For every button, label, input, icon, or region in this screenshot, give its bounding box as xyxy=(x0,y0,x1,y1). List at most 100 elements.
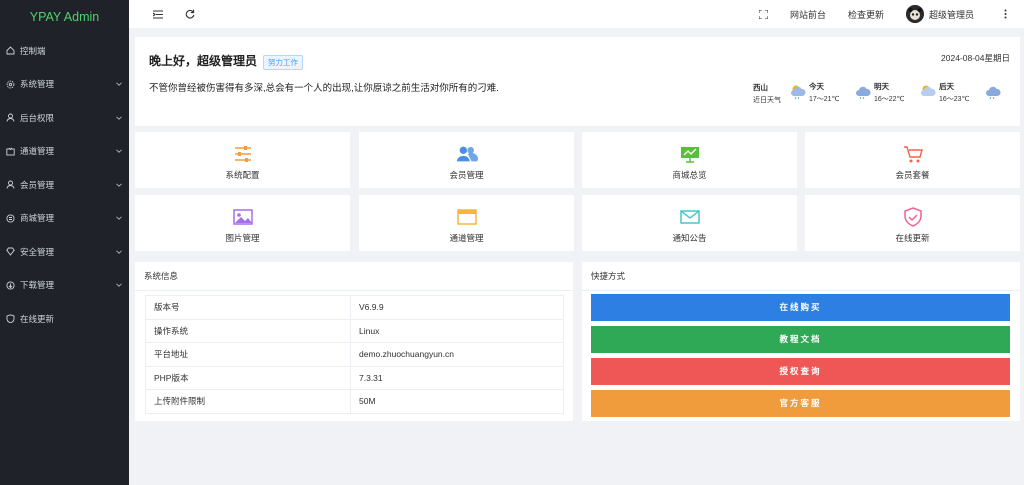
tile-label: 通道管理 xyxy=(449,233,484,243)
sidebar-item-label: 在线更新 xyxy=(20,313,55,324)
weather-widget: 西山 近日天气 今天 17～21℃ 明天 16～22℃ 后天 16～23℃ xyxy=(753,81,1015,109)
sidebar-menu: 控制端系统管理后台权限通道管理会员管理商城管理安全管理下载管理在线更新 xyxy=(0,34,129,336)
refresh-icon[interactable] xyxy=(184,8,196,20)
info-key: 平台地址 xyxy=(145,342,351,367)
sidebar-item[interactable]: 会员管理 xyxy=(0,168,129,202)
sidebar-item[interactable]: 安全管理 xyxy=(0,235,129,269)
status-badge: 努力工作 xyxy=(263,55,304,71)
cart-icon xyxy=(902,144,924,164)
shortcut-button[interactable]: 官方客服 xyxy=(591,390,1010,417)
users-icon xyxy=(456,144,478,164)
partly-cloudy-icon xyxy=(920,84,937,104)
weather-day: 后天 16～23℃ xyxy=(920,81,969,104)
system-info-title: 系统信息 xyxy=(135,262,573,291)
info-value: 7.3.31 xyxy=(350,365,564,390)
more-vertical-icon[interactable] xyxy=(999,8,1011,20)
sidebar-item-label: 通道管理 xyxy=(20,146,55,157)
chevron-down-icon xyxy=(115,281,123,289)
diamond-icon xyxy=(6,247,15,256)
cloud-rain-icon xyxy=(790,84,807,104)
settings-icon xyxy=(6,80,15,89)
shortcut-button[interactable]: 授权查询 xyxy=(591,358,1010,385)
sidebar-item-label: 下载管理 xyxy=(20,280,55,291)
sidebar-item[interactable]: 后台权限 xyxy=(0,101,129,135)
site-front-link[interactable]: 网站前台 xyxy=(790,8,826,21)
fullscreen-icon[interactable] xyxy=(758,8,770,20)
sidebar-item[interactable]: 通道管理 xyxy=(0,135,129,169)
shortcut-tile[interactable]: 商城总览 xyxy=(582,132,797,188)
user-icon xyxy=(6,113,15,122)
tile-label: 在线更新 xyxy=(895,233,930,243)
sidebar-item[interactable]: 控制端 xyxy=(0,34,129,68)
info-key: 上传附件限制 xyxy=(145,389,351,414)
greeting-card: 晚上好，超级管理员 努力工作 2024-08-04星期日 不管你曾经被伤害得有多深… xyxy=(135,37,1020,126)
shortcut-tile[interactable]: 图片管理 xyxy=(135,195,350,251)
chevron-down-icon xyxy=(115,147,123,155)
system-info-table: 版本号 V6.9.9 操作系统 Linux 平台地址 demo.zhuochuangyun… xyxy=(145,295,564,414)
tile-label: 会员套餐 xyxy=(895,170,930,180)
shortcuts-card: 快捷方式 在线购买 教程文档 授权查询 官方客服 xyxy=(582,262,1020,421)
weather-day-label: 今天 xyxy=(809,82,824,91)
shortcut-tile[interactable]: 通知公告 xyxy=(582,195,797,251)
mail-icon xyxy=(679,207,701,227)
chevron-down-icon xyxy=(115,114,123,122)
check-update-link[interactable]: 检查更新 xyxy=(848,8,884,21)
tile-label: 系统配置 xyxy=(225,170,260,180)
info-key: 版本号 xyxy=(145,295,351,320)
avatar[interactable] xyxy=(905,5,924,23)
weather-subtitle: 近日天气 xyxy=(753,97,781,104)
window-icon xyxy=(456,207,478,227)
info-key: PHP版本 xyxy=(145,365,351,390)
sidebar-item[interactable]: 系统管理 xyxy=(0,68,129,102)
greeting-title: 晚上好，超级管理员 xyxy=(149,54,258,68)
sidebar-item[interactable]: 在线更新 xyxy=(0,302,129,336)
shortcut-tile[interactable]: 会员管理 xyxy=(359,132,574,188)
chevron-down-icon xyxy=(115,214,123,222)
weather-day-label: 明天 xyxy=(874,82,889,91)
sidebar-item-label: 安全管理 xyxy=(20,246,55,257)
top-bar: 网站前台 检查更新 超级管理员 xyxy=(129,0,1024,28)
home-icon xyxy=(6,46,15,55)
system-info-card: 系统信息 版本号 V6.9.9 操作系统 Linux 平台地址 demo.zhuochua… xyxy=(135,262,573,421)
tile-label: 商城总览 xyxy=(672,170,707,180)
shield-check-icon xyxy=(902,207,924,227)
shop-icon xyxy=(6,214,15,223)
shortcut-button[interactable]: 在线购买 xyxy=(591,294,1010,321)
sidebar: YPAY Admin 控制端系统管理后台权限通道管理会员管理商城管理安全管理下载… xyxy=(0,0,129,485)
tile-label: 图片管理 xyxy=(225,233,260,243)
chevron-down-icon xyxy=(115,80,123,88)
info-value: demo.zhuochuangyun.cn xyxy=(350,342,564,367)
daily-quote: 不管你曾经被伤害得有多深,总会有一个人的出现,让你原谅之前生活对你所有的刁难. xyxy=(149,83,499,94)
cloud-rain-icon xyxy=(985,84,1002,101)
sidebar-item[interactable]: 商城管理 xyxy=(0,202,129,236)
table-row: PHP版本 7.3.31 xyxy=(145,365,564,390)
weather-day: 明天 16～22℃ xyxy=(855,81,904,104)
weather-location: 西山 xyxy=(753,83,768,92)
weather-day-temp: 16～23℃ xyxy=(939,96,970,103)
shortcut-tile[interactable]: 系统配置 xyxy=(135,132,350,188)
info-key: 操作系统 xyxy=(145,318,351,343)
image-icon xyxy=(232,207,254,227)
chevron-down-icon xyxy=(115,248,123,256)
info-value: 50M xyxy=(350,389,564,414)
sidebar-item[interactable]: 下载管理 xyxy=(0,269,129,303)
shortcut-tile[interactable]: 通道管理 xyxy=(359,195,574,251)
shortcut-tile[interactable]: 会员套餐 xyxy=(805,132,1020,188)
table-row: 上传附件限制 50M xyxy=(145,389,564,414)
table-row: 平台地址 demo.zhuochuangyun.cn xyxy=(145,342,564,367)
sidebar-item-label: 会员管理 xyxy=(20,179,55,190)
app-logo[interactable]: YPAY Admin xyxy=(0,0,129,34)
shortcut-button[interactable]: 教程文档 xyxy=(591,326,1010,353)
menu-toggle-icon[interactable] xyxy=(152,8,164,20)
sidebar-item-label: 系统管理 xyxy=(20,79,55,90)
table-row: 版本号 V6.9.9 xyxy=(145,295,564,320)
tile-label: 通知公告 xyxy=(672,233,707,243)
shortcut-tile[interactable]: 在线更新 xyxy=(805,195,1020,251)
weather-day: 今天 17～21℃ xyxy=(790,81,839,104)
tile-label: 会员管理 xyxy=(449,170,484,180)
info-value: Linux xyxy=(350,318,564,343)
user-icon xyxy=(6,180,15,189)
weather-day-temp: 16～22℃ xyxy=(874,96,905,103)
username[interactable]: 超级管理员 xyxy=(929,8,974,21)
weather-day-label: 后天 xyxy=(939,82,954,91)
